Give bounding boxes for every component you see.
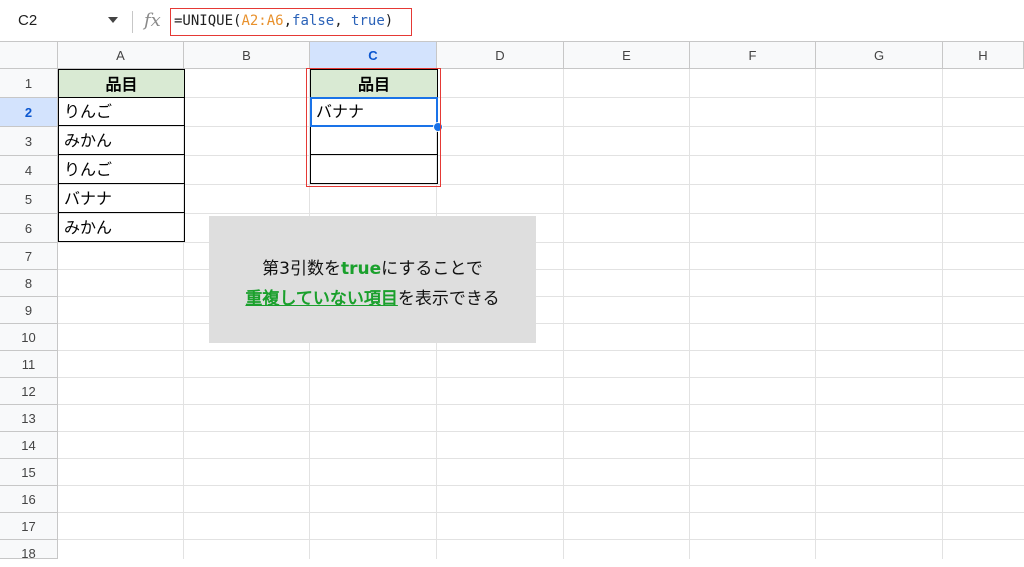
cell-a2[interactable]: りんご [58, 97, 185, 126]
cell-a5[interactable]: バナナ [58, 184, 185, 213]
column-header-f[interactable]: F [690, 42, 816, 69]
formula-suffix: ) [384, 13, 394, 29]
formula-comma: , [334, 13, 352, 29]
formula-arg-true: true [351, 13, 385, 29]
row-header-1[interactable]: 1 [0, 69, 58, 98]
row-line [58, 296, 1024, 297]
cell-a6[interactable]: みかん [58, 213, 185, 242]
row-header-4[interactable]: 4 [0, 156, 58, 185]
formula-arg-false: false [292, 13, 335, 29]
row-line [58, 97, 1024, 98]
row-line [58, 269, 1024, 270]
formula-comma: , [283, 13, 293, 29]
cell-a3[interactable]: みかん [58, 126, 185, 155]
row-header-18[interactable]: 18 [0, 540, 58, 561]
row-line [58, 242, 1024, 243]
row-header-17[interactable]: 17 [0, 513, 58, 540]
formula-input[interactable]: =UNIQUE(A2:A6,false, true) [170, 8, 412, 36]
row-line [58, 485, 1024, 486]
row-line [58, 184, 1024, 185]
column-header-d[interactable]: D [437, 42, 564, 69]
row-line [58, 377, 1024, 378]
select-all-corner[interactable] [0, 42, 58, 69]
column-header-h[interactable]: H [943, 42, 1024, 69]
row-header-16[interactable]: 16 [0, 486, 58, 513]
note-text: にすることで [381, 259, 483, 279]
row-line [58, 213, 1024, 214]
row-header-3[interactable]: 3 [0, 127, 58, 156]
note-line-1: 第3引数をtrueにすることで [209, 254, 536, 279]
column-header-c[interactable]: C [310, 42, 437, 69]
note-keyword-unique: 重複していない項目 [245, 289, 398, 309]
cell-reference: C2 [18, 12, 38, 29]
formula-prefix: =UNIQUE( [174, 13, 242, 29]
explanation-note: 第3引数をtrueにすることで 重複していない項目を表示できる [209, 216, 536, 343]
column-header-a[interactable]: A [58, 42, 184, 69]
note-text: を表示できる [397, 289, 500, 309]
cell-a4[interactable]: りんご [58, 155, 185, 184]
divider [132, 11, 133, 33]
row-header-7[interactable]: 7 [0, 243, 58, 270]
row-header-6[interactable]: 6 [0, 214, 58, 243]
fx-icon: fx [144, 10, 161, 31]
formula-range: A2:A6 [241, 13, 284, 29]
row-header-9[interactable]: 9 [0, 297, 58, 324]
note-keyword-true: true [341, 259, 382, 279]
row-header-8[interactable]: 8 [0, 270, 58, 297]
name-box[interactable]: C2 [8, 8, 133, 34]
row-header-12[interactable]: 12 [0, 378, 58, 405]
row-line [58, 539, 1024, 540]
column-header-e[interactable]: E [564, 42, 690, 69]
column-header-g[interactable]: G [816, 42, 943, 69]
chevron-down-icon[interactable] [108, 17, 118, 23]
row-header-13[interactable]: 13 [0, 405, 58, 432]
row-header-2[interactable]: 2 [0, 98, 58, 127]
row-header-15[interactable]: 15 [0, 459, 58, 486]
row-line [58, 323, 1024, 324]
note-line-2: 重複していない項目を表示できる [209, 284, 536, 309]
row-header-10[interactable]: 10 [0, 324, 58, 351]
row-line [58, 126, 1024, 127]
row-line [58, 155, 1024, 156]
row-line [58, 458, 1024, 459]
row-line [58, 350, 1024, 351]
note-text: 第3引数を [262, 259, 341, 279]
row-header-5[interactable]: 5 [0, 185, 58, 214]
result-highlight-box [306, 68, 441, 187]
row-header-14[interactable]: 14 [0, 432, 58, 459]
row-line [58, 512, 1024, 513]
row-header-11[interactable]: 11 [0, 351, 58, 378]
cell-a1[interactable]: 品目 [58, 69, 185, 98]
column-header-b[interactable]: B [184, 42, 310, 69]
row-line [58, 404, 1024, 405]
formula-bar: C2 fx =UNIQUE(A2:A6,false, true) [0, 0, 1024, 42]
row-line [58, 431, 1024, 432]
